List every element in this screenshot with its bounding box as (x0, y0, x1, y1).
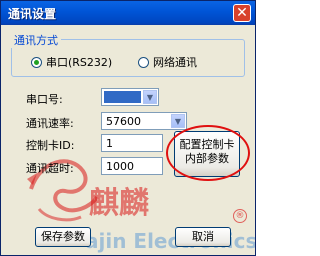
radio-selected-icon (31, 56, 42, 68)
close-icon: ✕ (236, 5, 248, 21)
radio-network[interactable]: 网络通讯 (138, 54, 197, 70)
title-bar[interactable]: 通讯设置 ✕ (1, 1, 255, 25)
card-id-label: 控制卡ID: (26, 139, 75, 152)
baud-rate-label: 通讯速率: (26, 117, 74, 130)
cancel-button[interactable]: 取消 (175, 227, 231, 247)
timeout-label: 通讯超时: (26, 162, 74, 175)
chevron-down-icon[interactable]: ▼ (171, 114, 185, 128)
serial-port-select[interactable]: ▼ (101, 88, 159, 106)
comm-mode-group-title: 通讯方式 (11, 32, 61, 48)
chevron-down-icon[interactable]: ▼ (143, 90, 157, 104)
radio-unselected-icon (138, 56, 149, 68)
baud-rate-value: 57600 (106, 115, 141, 128)
comm-settings-dialog: 通讯设置 ✕ 通讯方式 串口(RS232) 网络通讯 麒麟 ® 串口号: ▼ 通… (0, 0, 256, 256)
radio-serial-rs232[interactable]: 串口(RS232) (31, 54, 112, 70)
radio-serial-label: 串口(RS232) (46, 56, 113, 69)
radio-network-label: 网络通讯 (153, 56, 197, 69)
card-id-input[interactable]: 1 (101, 134, 163, 152)
logo-chars: 麒麟 (89, 186, 149, 221)
save-params-button[interactable]: 保存参数 (35, 227, 91, 247)
window-title: 通讯设置 (8, 7, 57, 21)
baud-rate-select[interactable]: 57600 ▼ (101, 112, 187, 130)
timeout-input[interactable]: 1000 (101, 157, 163, 175)
serial-port-label: 串口号: (26, 93, 63, 106)
selection-highlight (104, 91, 141, 103)
close-button[interactable]: ✕ (233, 4, 251, 22)
registered-mark: ® (233, 209, 247, 223)
highlight-circle (166, 125, 250, 181)
